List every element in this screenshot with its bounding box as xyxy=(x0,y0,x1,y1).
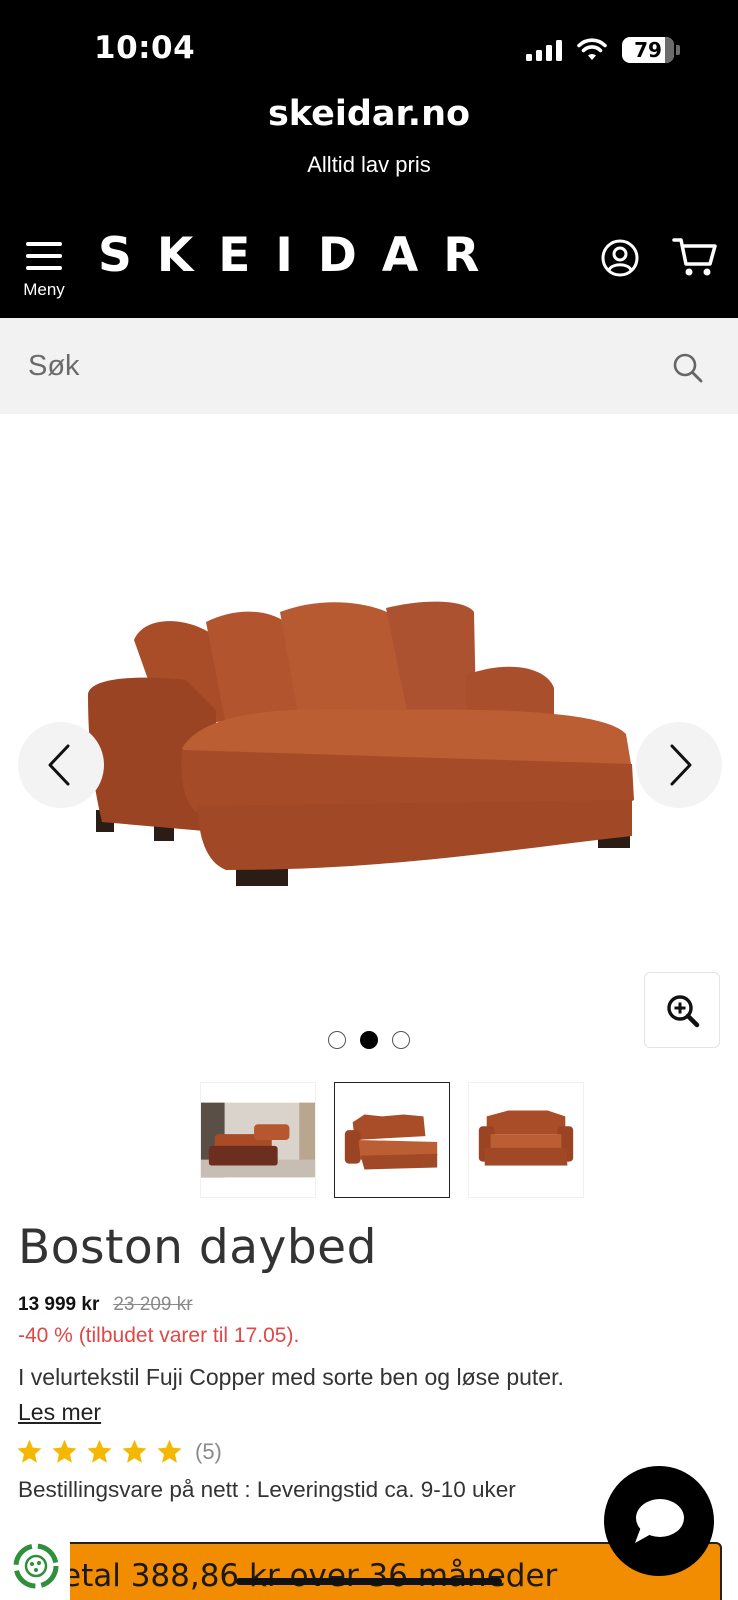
carousel-dots xyxy=(328,1031,410,1049)
chevron-left-icon xyxy=(48,744,70,786)
product-description: I velurtekstil Fuji Copper med sorte ben… xyxy=(18,1364,564,1390)
star-icon xyxy=(157,1439,182,1463)
carousel-dot[interactable] xyxy=(392,1031,410,1049)
menu-button[interactable]: Meny xyxy=(18,236,74,302)
cart-icon[interactable] xyxy=(672,236,718,278)
finance-text: etal 388,86 kr over 36 måneder xyxy=(62,1558,558,1594)
discount-label: -40 % (tilbudet varer til 17.05). xyxy=(18,1324,300,1347)
top-bar: 10:04 79 skeidar.no Alltid lav pris Meny… xyxy=(0,0,738,318)
home-indicator xyxy=(236,1578,502,1585)
star-icon xyxy=(17,1439,42,1463)
battery-icon: 79 xyxy=(622,37,680,63)
hamburger-icon xyxy=(26,242,62,246)
status-time: 10:04 xyxy=(94,30,196,66)
thumbnail-front[interactable] xyxy=(334,1082,450,1198)
site-tagline: Alltid lav pris xyxy=(307,152,431,177)
price-row: 13 999 kr 23 209 kr xyxy=(18,1294,193,1316)
zoom-in-icon xyxy=(667,995,700,1028)
status-icons: 79 xyxy=(526,34,680,66)
wifi-icon xyxy=(577,38,607,60)
rating-count: (5) xyxy=(195,1438,222,1464)
signal-icon xyxy=(526,39,562,61)
original-price: 23 209 kr xyxy=(113,1294,193,1315)
thumbnail-side[interactable] xyxy=(468,1082,584,1198)
rating[interactable]: (5) xyxy=(16,1438,222,1465)
star-icon xyxy=(122,1439,147,1463)
delivery-info: Bestillingsvare på nett : Leveringstid c… xyxy=(18,1477,516,1502)
recycle-icon xyxy=(13,1543,59,1589)
product-gallery xyxy=(0,414,738,1054)
account-icon[interactable] xyxy=(600,238,640,278)
chevron-right-icon xyxy=(670,744,692,786)
url-bar[interactable]: skeidar.no xyxy=(0,94,738,134)
previous-image-button[interactable] xyxy=(18,722,104,808)
read-more-link[interactable]: Les mer xyxy=(18,1399,101,1426)
chat-bubble-icon xyxy=(635,1499,684,1543)
star-icon xyxy=(87,1439,112,1463)
next-image-button[interactable] xyxy=(636,722,722,808)
menu-label: Meny xyxy=(23,280,65,299)
search-icon[interactable] xyxy=(672,352,704,384)
carousel-dot-active[interactable] xyxy=(360,1031,378,1049)
carousel-dot[interactable] xyxy=(328,1031,346,1049)
product-image xyxy=(88,601,634,886)
current-price: 13 999 kr xyxy=(18,1294,100,1315)
thumbnail-room[interactable] xyxy=(200,1082,316,1198)
star-icon xyxy=(52,1439,77,1463)
zoom-button[interactable] xyxy=(644,972,720,1048)
chat-button[interactable] xyxy=(604,1466,714,1576)
battery-level: 79 xyxy=(634,38,662,62)
product-title: Boston daybed xyxy=(18,1220,377,1275)
skeidar-logo[interactable]: SKEIDAR xyxy=(98,228,504,283)
search-input[interactable] xyxy=(28,340,648,392)
search-bar xyxy=(0,318,738,414)
eco-badge[interactable] xyxy=(0,1530,70,1600)
